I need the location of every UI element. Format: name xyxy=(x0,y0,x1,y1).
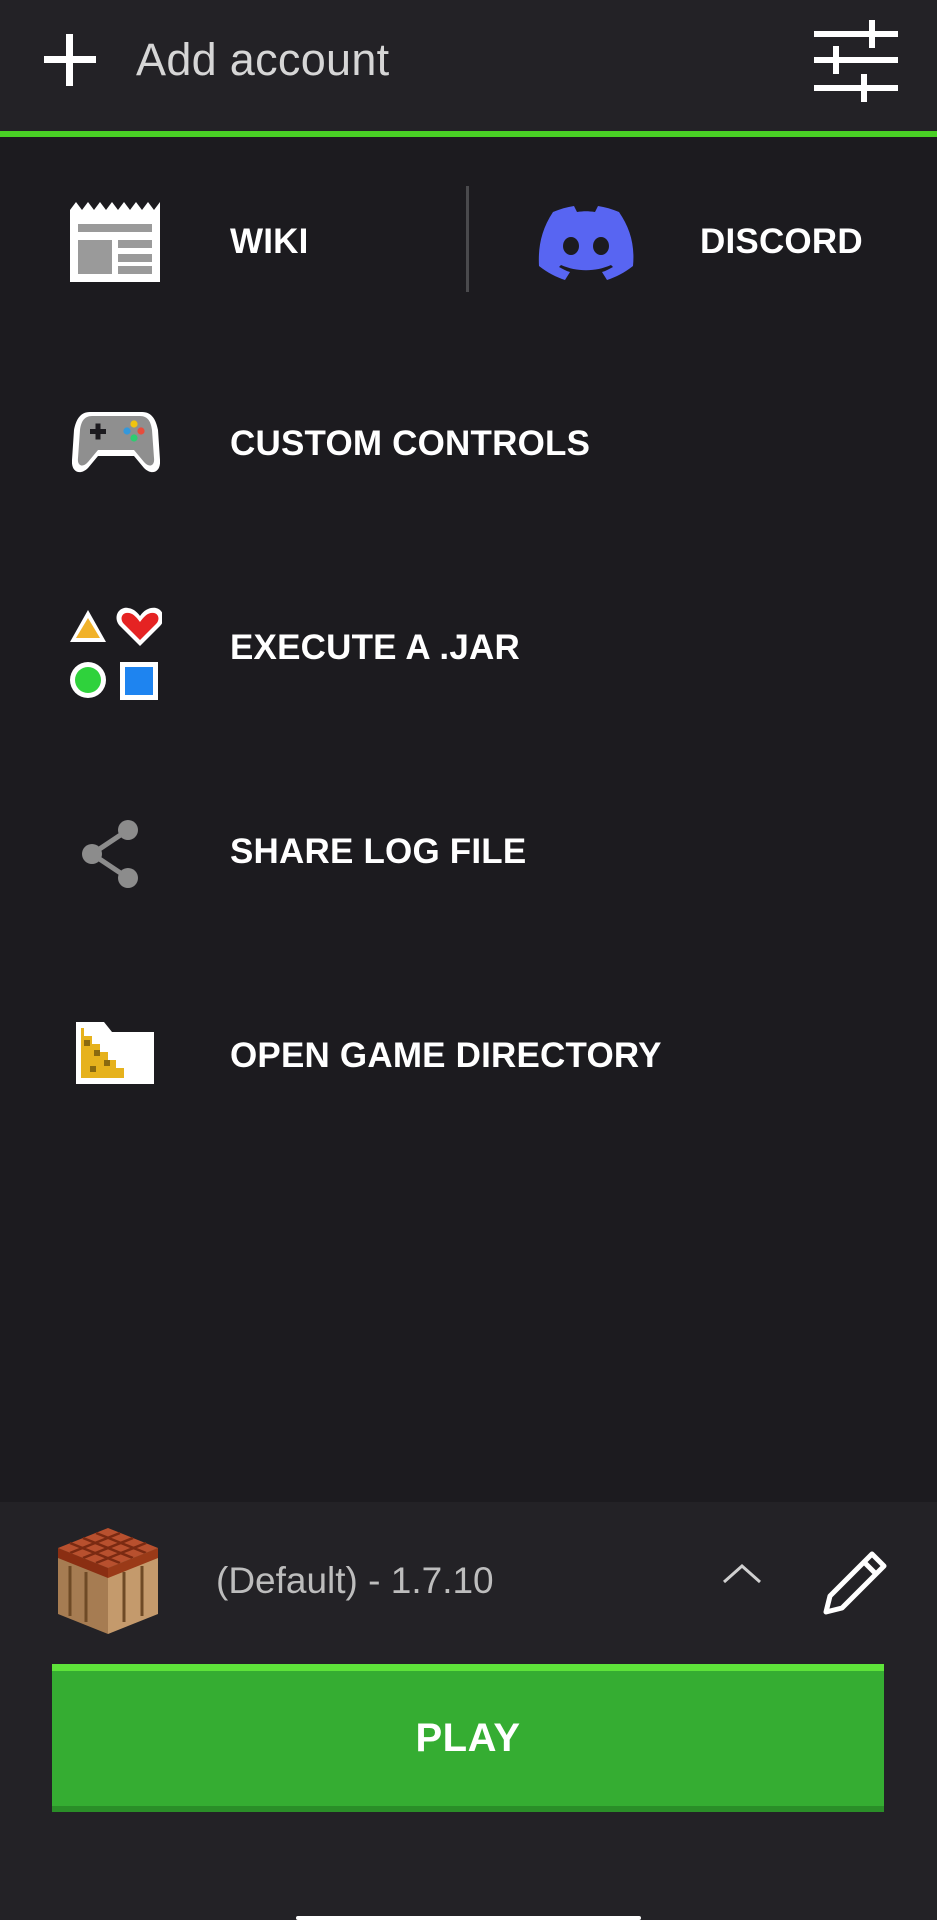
plus-icon[interactable] xyxy=(40,30,100,90)
bottom-panel: (Default) - 1.7.10 PLAY xyxy=(0,1502,937,1920)
execute-jar-item[interactable]: EXECUTE A .JAR xyxy=(0,590,937,710)
gamepad-icon xyxy=(72,412,160,473)
open-game-directory-item[interactable]: OPEN GAME DIRECTORY xyxy=(0,998,937,1118)
folder-icon xyxy=(76,1022,154,1084)
custom-controls-label: CUSTOM CONTROLS xyxy=(230,424,591,463)
share-log-label: SHARE LOG FILE xyxy=(230,832,527,871)
execute-jar-label: EXECUTE A .JAR xyxy=(230,628,520,667)
add-account-label[interactable]: Add account xyxy=(136,34,389,86)
discord-label: DISCORD xyxy=(700,222,863,261)
discord-link[interactable]: DISCORD xyxy=(470,180,937,300)
play-label: PLAY xyxy=(415,1716,521,1760)
version-selector-label[interactable]: (Default) - 1.7.10 xyxy=(216,1560,494,1602)
home-indicator xyxy=(296,1916,641,1920)
shapes-icon xyxy=(70,607,162,700)
wiki-link[interactable]: WIKI xyxy=(0,180,466,300)
share-icon xyxy=(82,820,138,888)
share-log-item[interactable]: SHARE LOG FILE xyxy=(0,794,937,914)
sliders-icon[interactable] xyxy=(810,12,902,102)
custom-controls-item[interactable]: CUSTOM CONTROLS xyxy=(0,386,937,506)
pencil-icon[interactable] xyxy=(820,1548,890,1618)
crafting-table-icon[interactable] xyxy=(56,1526,160,1636)
discord-icon xyxy=(538,206,634,280)
wiki-label: WIKI xyxy=(230,222,309,261)
top-bar: Add account xyxy=(0,0,937,137)
chevron-up-icon[interactable] xyxy=(718,1554,766,1594)
divider xyxy=(466,186,469,292)
newspaper-icon xyxy=(70,202,160,282)
play-button[interactable]: PLAY xyxy=(52,1664,884,1812)
open-game-directory-label: OPEN GAME DIRECTORY xyxy=(230,1036,662,1075)
